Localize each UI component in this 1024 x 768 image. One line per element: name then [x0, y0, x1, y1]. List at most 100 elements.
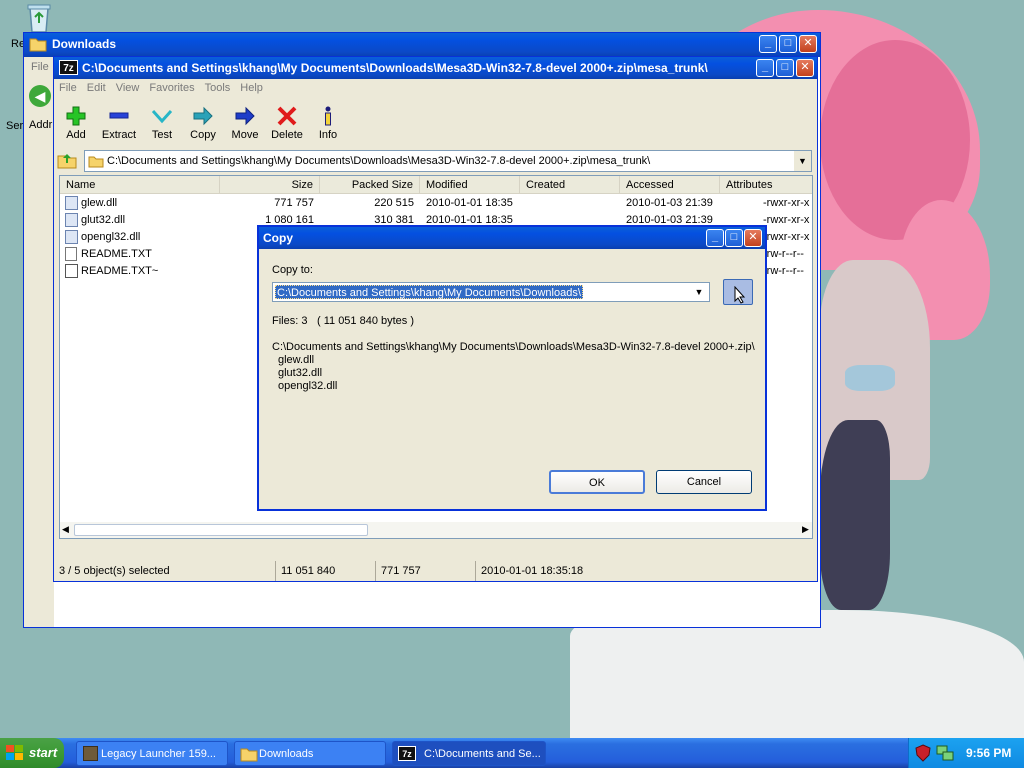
status-size: 11 051 840 — [281, 565, 336, 577]
column-modified[interactable]: Modified — [420, 176, 520, 194]
close-button[interactable]: ✕ — [799, 35, 817, 53]
taskbar: start Legacy Launcher 159... Downloads 7… — [0, 738, 1024, 768]
test-icon — [151, 105, 173, 127]
windows-logo-icon — [6, 745, 24, 764]
file-name: opengl32.dll — [81, 231, 141, 243]
dll-file-icon — [65, 230, 78, 244]
info-icon — [317, 105, 339, 127]
menu-view[interactable]: View — [111, 79, 145, 94]
column-accessed[interactable]: Accessed — [620, 176, 720, 194]
minimize-button[interactable]: _ — [706, 229, 724, 247]
toolbar: Add Extract Test Copy Move Delete Info — [54, 101, 817, 149]
wallpaper-shape — [820, 420, 890, 610]
file-accessed: 2010-01-03 21:39 — [626, 197, 713, 209]
shield-icon[interactable] — [915, 744, 931, 765]
file-name: glew.dll — [81, 197, 118, 209]
source-file-item: glut32.dll — [278, 367, 323, 379]
minimize-button[interactable]: _ — [756, 59, 774, 77]
status-modified: 2010-01-01 18:35:18 — [481, 565, 584, 577]
file-attributes: -rwxr-xr-x — [763, 197, 810, 209]
add-icon — [65, 105, 87, 127]
move-icon — [234, 105, 256, 127]
files-bytes: ( 11 051 840 bytes ) — [317, 315, 415, 327]
start-button[interactable]: start — [0, 738, 64, 768]
maximize-button[interactable]: □ — [725, 229, 743, 247]
folder-icon — [88, 154, 104, 171]
add-button[interactable]: Add — [60, 101, 92, 149]
network-icon[interactable] — [936, 744, 954, 765]
menu-edit[interactable]: Edit — [82, 79, 111, 94]
address-bar[interactable]: C:\Documents and Settings\khang\My Docum… — [84, 150, 812, 172]
status-bar: 3 / 5 object(s) selected 11 051 840 771 … — [54, 561, 817, 581]
cancel-button[interactable]: Cancel — [656, 470, 752, 494]
copy-button[interactable]: Copy — [186, 101, 220, 149]
address-label: Addr — [29, 119, 53, 131]
file-attributes: -rwxr-xr-x — [763, 214, 810, 226]
chevron-down-icon[interactable]: ▼ — [691, 284, 707, 300]
taskbar-button-legacy-launcher[interactable]: Legacy Launcher 159... — [76, 741, 228, 766]
column-packed-size[interactable]: Packed Size — [320, 176, 420, 194]
7zip-icon: 7z — [59, 60, 78, 75]
column-name[interactable]: Name — [60, 176, 220, 194]
start-label: start — [29, 745, 58, 760]
menu-favorites[interactable]: Favorites — [144, 79, 199, 94]
move-button[interactable]: Move — [228, 101, 262, 149]
folder-icon — [29, 36, 47, 55]
info-label: Info — [318, 129, 338, 141]
table-row[interactable]: glew.dll 771 757 220 515 2010-01-01 18:3… — [60, 195, 812, 212]
source-file-item: opengl32.dll — [278, 380, 338, 392]
clock: 9:56 PM — [966, 746, 1012, 760]
file-modified: 2010-01-01 18:35 — [426, 197, 513, 209]
menu-file[interactable]: File — [31, 61, 49, 73]
minecraft-block-icon — [83, 746, 98, 761]
extract-button[interactable]: Extract — [98, 101, 140, 149]
scroll-left-icon[interactable]: ◀ — [62, 524, 69, 535]
system-tray: 9:56 PM — [908, 738, 1024, 768]
browse-button[interactable]: ... — [723, 279, 753, 305]
close-button[interactable]: ✕ — [744, 229, 762, 247]
column-size[interactable]: Size — [220, 176, 320, 194]
file-size: 771 757 — [274, 197, 314, 209]
column-created[interactable]: Created — [520, 176, 620, 194]
ok-button[interactable]: OK — [549, 470, 645, 494]
menu-help[interactable]: Help — [235, 79, 268, 94]
recycle-bin-icon[interactable] — [24, 2, 54, 34]
taskbar-label: Downloads — [259, 748, 314, 760]
scroll-right-icon[interactable]: ▶ — [802, 524, 809, 535]
horizontal-scrollbar[interactable]: ◀ ▶ — [60, 522, 812, 538]
move-label: Move — [231, 129, 259, 141]
copy-to-label: Copy to: — [272, 264, 313, 276]
column-attributes[interactable]: Attributes — [720, 176, 812, 194]
delete-icon — [276, 105, 298, 127]
window-title: Downloads — [52, 37, 117, 51]
scrollbar-thumb[interactable] — [74, 524, 368, 536]
taskbar-button-downloads[interactable]: Downloads — [234, 741, 386, 766]
wallpaper-shape — [570, 610, 1024, 740]
file-name: README.TXT — [81, 248, 152, 260]
delete-button[interactable]: Delete — [268, 101, 306, 149]
copy-to-input[interactable]: C:\Documents and Settings\khang\My Docum… — [275, 285, 583, 299]
taskbar-label: C:\Documents and Se... — [424, 748, 541, 760]
maximize-button[interactable]: □ — [776, 59, 794, 77]
taskbar-button-7zip[interactable]: 7z C:\Documents and Se... — [392, 741, 546, 766]
copy-to-combobox[interactable]: C:\Documents and Settings\khang\My Docum… — [272, 282, 710, 302]
maximize-button[interactable]: □ — [779, 35, 797, 53]
file-packed-size: 220 515 — [374, 197, 414, 209]
copy-dialog-titlebar[interactable]: Copy _ □ ✕ — [259, 227, 765, 249]
generic-file-icon — [65, 264, 78, 278]
extract-icon — [108, 105, 130, 127]
minimize-button[interactable]: _ — [759, 35, 777, 53]
downloads-titlebar[interactable]: Downloads _ □ ✕ — [24, 33, 820, 57]
up-folder-button[interactable] — [56, 150, 80, 172]
file-attributes: -rw-r--r-- — [763, 248, 804, 260]
address-path: C:\Documents and Settings\khang\My Docum… — [107, 155, 651, 167]
test-button[interactable]: Test — [146, 101, 178, 149]
close-button[interactable]: ✕ — [796, 59, 814, 77]
menu-tools[interactable]: Tools — [200, 79, 236, 94]
copy-icon — [192, 105, 214, 127]
back-icon[interactable]: ◀ — [29, 85, 51, 107]
info-button[interactable]: Info — [314, 101, 342, 149]
sevenzip-titlebar[interactable]: 7z C:\Documents and Settings\khang\My Do… — [54, 57, 817, 79]
menu-file[interactable]: File — [54, 79, 82, 94]
address-dropdown-button[interactable]: ▼ — [794, 151, 811, 171]
